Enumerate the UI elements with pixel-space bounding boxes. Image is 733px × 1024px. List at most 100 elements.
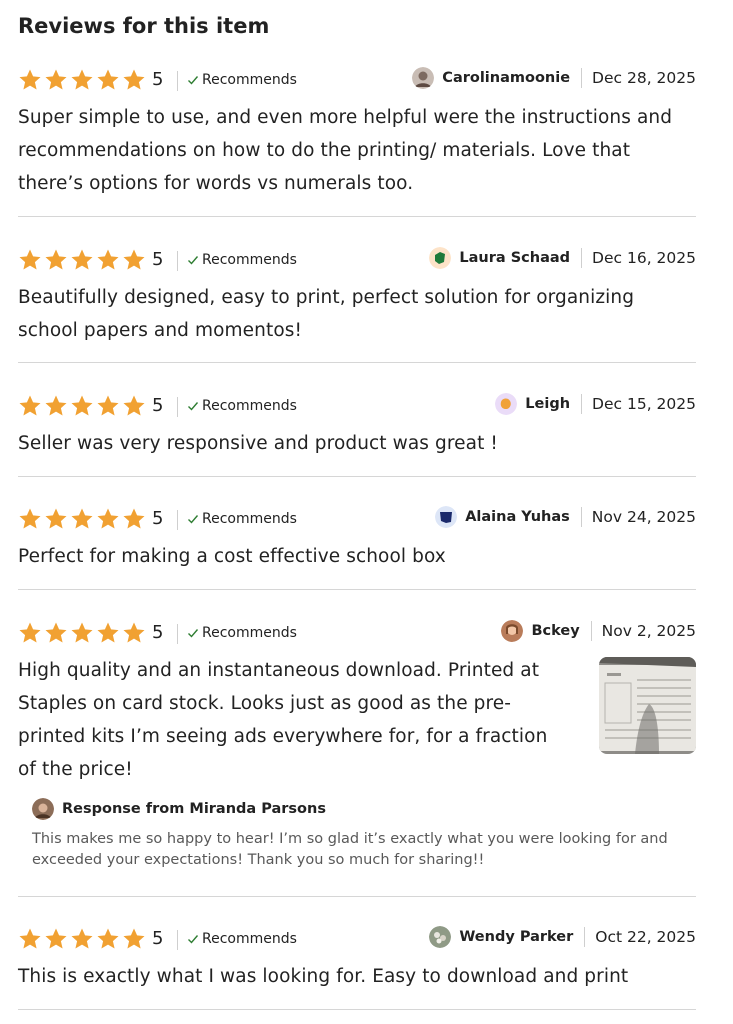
avatar[interactable] [495, 393, 518, 415]
divider [177, 397, 178, 417]
review-date: Nov 24, 2025 [591, 508, 696, 526]
reviewer-info: Wendy Parker Oct 22, 2025 [429, 925, 696, 949]
recommends-badge: Recommends [187, 625, 297, 641]
divider [581, 68, 583, 88]
star-icon [45, 249, 67, 270]
recommends-label: Recommends [202, 625, 297, 641]
recommends-badge: Recommends [187, 252, 297, 268]
reviewer-name[interactable]: Leigh [525, 396, 570, 412]
review-item: 5 Recommends Wendy Parker Oct 22, 2025 T… [18, 925, 696, 993]
star-icon [71, 249, 93, 270]
rating-value: 5 [152, 508, 164, 529]
seller-avatar[interactable] [32, 798, 54, 820]
star-icon [45, 928, 67, 949]
reviews-heading: Reviews for this item [18, 14, 270, 38]
divider [177, 251, 178, 271]
star-icon [123, 69, 145, 90]
star-icon [45, 69, 67, 90]
check-icon [188, 629, 199, 638]
check-icon [188, 515, 199, 524]
star-icon [19, 508, 41, 529]
review-text: Super simple to use, and even more helpf… [18, 107, 673, 194]
recommends-badge: Recommends [187, 72, 297, 88]
star-icon [19, 69, 41, 90]
divider [18, 1009, 696, 1010]
avatar[interactable] [435, 506, 458, 528]
seller-response: Response from Miranda Parsons This makes… [32, 797, 696, 871]
rating-value: 5 [152, 249, 164, 270]
star-rating [18, 394, 146, 418]
star-icon [123, 928, 145, 949]
review-text: This is exactly what I was looking for. … [18, 966, 629, 987]
response-text: This makes me so happy to hear! I’m so g… [32, 831, 668, 868]
review-item: 5 Recommends Leigh Dec 15, 2025 Seller w… [18, 392, 696, 460]
reviewer-info: Bckey Nov 2, 2025 [501, 619, 696, 643]
review-item: 5 Recommends Alaina Yuhas Nov 24, 2025 P… [18, 505, 696, 573]
reviewer-info: Leigh Dec 15, 2025 [495, 392, 696, 416]
star-icon [97, 249, 119, 270]
star-icon [19, 249, 41, 270]
avatar[interactable] [429, 926, 452, 948]
recommends-label: Recommends [202, 398, 297, 414]
star-icon [71, 69, 93, 90]
reviewer-name[interactable]: Bckey [531, 623, 579, 639]
check-icon [188, 935, 199, 944]
star-icon [97, 622, 119, 643]
star-icon [123, 249, 145, 270]
reviewer-info: Laura Schaad Dec 16, 2025 [429, 246, 696, 270]
reviewer-name[interactable]: Alaina Yuhas [465, 509, 570, 525]
rating-value: 5 [152, 395, 164, 416]
star-rating [18, 248, 146, 272]
star-icon [19, 395, 41, 416]
star-icon [45, 508, 67, 529]
divider [580, 507, 582, 527]
star-icon [71, 928, 93, 949]
rating-value: 5 [152, 69, 164, 90]
review-item: 5 Recommends Bckey Nov 2, 2025 High qual… [18, 619, 696, 868]
check-icon [188, 402, 199, 411]
divider [18, 589, 696, 590]
divider [590, 621, 592, 641]
star-icon [19, 622, 41, 643]
reviewer-name[interactable]: Wendy Parker [459, 929, 573, 945]
divider [177, 510, 178, 530]
check-icon [188, 76, 199, 85]
review-date: Dec 28, 2025 [592, 69, 696, 87]
divider [18, 476, 696, 477]
recommends-badge: Recommends [187, 511, 297, 527]
review-date: Nov 2, 2025 [601, 622, 696, 640]
divider [177, 624, 178, 644]
divider [581, 394, 583, 414]
reviewer-info: Alaina Yuhas Nov 24, 2025 [435, 505, 696, 529]
recommends-label: Recommends [202, 252, 297, 268]
rating-value: 5 [152, 928, 164, 949]
star-icon [123, 622, 145, 643]
review-date: Oct 22, 2025 [595, 928, 696, 946]
avatar[interactable] [412, 67, 435, 89]
star-rating [18, 507, 146, 531]
reviewer-name[interactable]: Laura Schaad [459, 250, 570, 266]
rating-value: 5 [152, 622, 164, 643]
avatar[interactable] [501, 620, 524, 642]
divider [18, 216, 696, 217]
response-title: Response from Miranda Parsons [62, 801, 326, 817]
review-text: Seller was very responsive and product w… [18, 433, 498, 454]
recommends-badge: Recommends [187, 398, 297, 414]
review-date: Dec 16, 2025 [592, 249, 696, 267]
star-rating [18, 68, 146, 92]
star-icon [45, 395, 67, 416]
reviewer-info: Carolinamoonie Dec 28, 2025 [412, 66, 696, 90]
star-rating [18, 621, 146, 645]
avatar[interactable] [429, 247, 452, 269]
divider [18, 362, 696, 363]
divider [584, 927, 586, 947]
review-text: Perfect for making a cost effective scho… [18, 546, 446, 567]
star-icon [123, 395, 145, 416]
divider [581, 248, 583, 268]
reviewer-name[interactable]: Carolinamoonie [442, 70, 570, 86]
divider [177, 71, 178, 91]
review-photo-thumbnail[interactable] [599, 657, 696, 754]
star-icon [45, 622, 67, 643]
review-text: Beautifully designed, easy to print, per… [18, 287, 635, 341]
review-item: 5 Recommends Carolinamoonie Dec 28, 2025… [18, 66, 696, 200]
